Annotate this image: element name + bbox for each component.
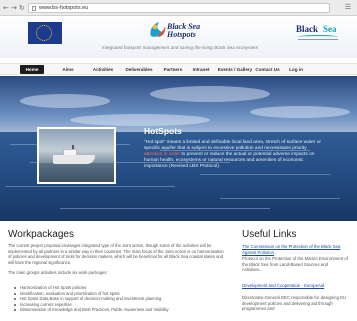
page-icon [32,6,36,11]
useful-links-heading: Useful Links [242,229,297,240]
nav-intranet[interactable]: Intranet [189,65,213,74]
hero-title: HotSpots [144,126,182,136]
back-arrow-icon[interactable]: ← [3,2,9,14]
nav-home[interactable]: Home [20,65,44,74]
main-nav: Home Aims Activities Deliverables Partne… [0,63,357,75]
black-sea-partner-logo[interactable]: Black Sea [296,20,344,46]
workpackages-subtitle: The main groups activities include six w… [8,270,108,275]
nav-deliverables[interactable]: Deliverables [122,65,156,74]
list-item: Dissemination of Knowledge and Best Prac… [14,307,228,313]
hotspot-photo [37,127,116,184]
nav-log-in[interactable]: Log in [287,65,305,74]
reload-icon[interactable]: ↻ [19,2,25,14]
address-url: www.bs-hotspots.eu [39,5,89,11]
browser-toolbar: ← → ↻ www.bs-hotspots.eu ☰ [0,0,357,16]
address-bar[interactable]: www.bs-hotspots.eu [28,3,330,13]
workpackages-list: Harmonization of Hot Spots policies Iden… [14,285,228,313]
partner-logo-word2: Sea [323,24,337,34]
nav-contact-us[interactable]: Contact Us [255,65,280,74]
useful-link-europeaid[interactable]: Development and Cooperation - EuropeAid [242,283,348,289]
site-tagline: Integrated hotspots management and savin… [101,45,259,50]
hero-description: "Hot spot" means a limited and definable… [144,140,326,170]
useful-link-bsc-desc: Protocol on the Protection of the Marine… [242,256,348,273]
browser-menu-icon[interactable]: ☰ [345,2,351,14]
black-sea-hotspots-logo[interactable]: Black Sea Hotspots [146,19,216,43]
workpackages-heading: Workpackages [8,229,74,240]
hero-desc-highlight[interactable]: attention in order [144,152,180,157]
useful-link-europeaid-desc: Directorate-General DEC responsible for … [242,295,347,312]
eu-flag-logo [28,22,62,44]
logo-line2: Hotspots [167,30,196,39]
nav-partners[interactable]: Partners [161,65,185,74]
useful-link-bsc[interactable]: The Commission on the Protection of the … [242,244,348,255]
workpackages-text: The current project proposal envisages i… [8,243,224,265]
nav-activities[interactable]: Activities [89,65,117,74]
forward-arrow-icon[interactable]: → [11,2,17,14]
nav-events-gallery[interactable]: Events / Gallery [216,65,254,74]
nav-aims[interactable]: Aims [57,65,79,74]
hero-desc-part1: "Hot spot" means a limited and definable… [144,140,321,152]
partner-logo-word1: Black [296,24,319,34]
hotspots-logo-icon [150,22,166,37]
